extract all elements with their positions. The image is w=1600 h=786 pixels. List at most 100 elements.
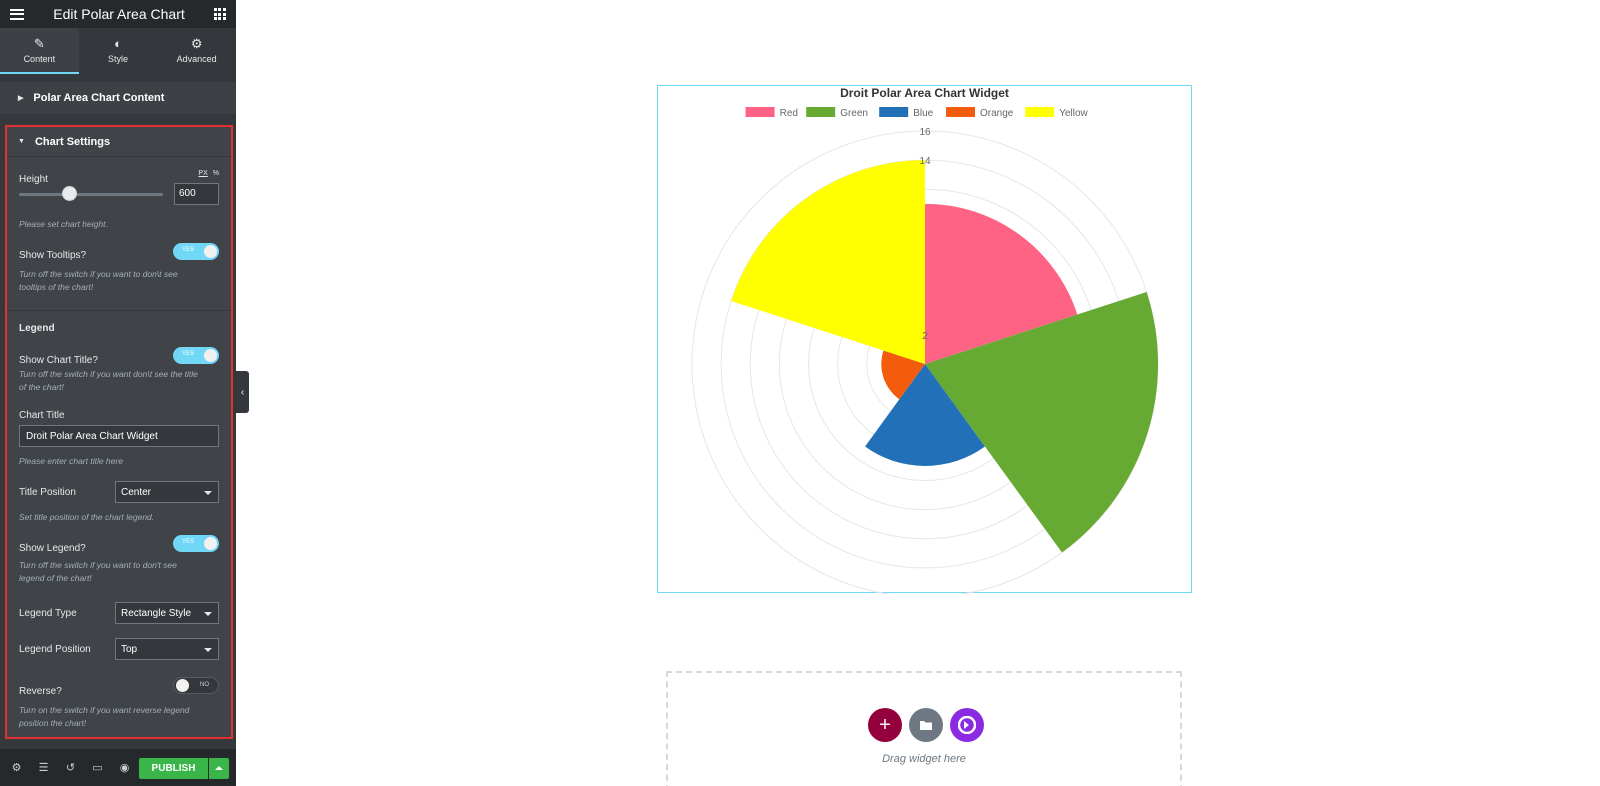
show-title-hint: Turn off the switch if you want don\t se…: [19, 368, 219, 394]
legend-type-select[interactable]: Rectangle Style: [115, 602, 219, 624]
toggle-knob: [176, 679, 189, 692]
tooltips-hint: Turn off the switch if you want to don\t…: [19, 268, 219, 294]
section-settings-header[interactable]: ▼ Chart Settings: [7, 127, 231, 157]
hint-line: of the chart!: [19, 382, 64, 392]
show-title-control: Show Chart Title? YES: [19, 347, 219, 368]
gear-icon: ⚙: [190, 35, 203, 51]
legend-heading: Legend: [19, 323, 55, 334]
legend-swatch: [879, 107, 909, 117]
panel-footer: ⚙ ☰ ↺ ▭ ◉ PUBLISH: [0, 749, 236, 786]
chart-title-input[interactable]: Droit Polar Area Chart Widget: [19, 425, 219, 447]
chart-title-control: Droit Polar Area Chart Widget: [19, 425, 219, 447]
eye-icon[interactable]: ◉: [116, 759, 133, 776]
legend-label: Blue: [913, 108, 933, 119]
height-slider-handle[interactable]: [62, 186, 78, 201]
caret-down-icon: [204, 612, 212, 616]
legend-type-label: Legend Type: [19, 608, 77, 619]
height-control: Height PX% 600: [19, 169, 219, 209]
responsive-icon[interactable]: ▭: [89, 759, 106, 776]
legend-position-select[interactable]: Top: [115, 638, 219, 660]
collapse-panel-button[interactable]: ‹: [236, 371, 249, 413]
unit-percent[interactable]: %: [213, 170, 219, 177]
layers-icon[interactable]: ☰: [35, 759, 52, 776]
legend-position-label: Legend Position: [19, 644, 91, 655]
show-legend-label: Show Legend?: [19, 543, 86, 554]
hint-line: tooltips of the chart!: [19, 282, 94, 292]
toggle-state-text: YES: [182, 351, 195, 357]
show-legend-toggle[interactable]: YES: [173, 535, 219, 552]
radial-tick-label: 16: [919, 127, 931, 138]
panel-header: Edit Polar Area Chart: [0, 0, 236, 28]
title-position-label: Title Position: [19, 487, 76, 498]
chart-title-label: Chart Title: [19, 410, 65, 421]
gear-icon[interactable]: ⚙: [8, 759, 25, 776]
add-template-button[interactable]: [909, 708, 943, 742]
show-title-toggle[interactable]: YES: [173, 347, 219, 364]
reverse-toggle[interactable]: NO: [173, 677, 219, 694]
droit-library-button[interactable]: [950, 708, 984, 742]
droit-logo-icon: [958, 716, 976, 734]
tab-content[interactable]: ✎ Content: [0, 28, 79, 74]
tab-style-label: Style: [108, 53, 129, 64]
height-label: Height: [19, 174, 48, 185]
caret-down-icon: [204, 648, 212, 652]
polar-chart-widget[interactable]: Droit Polar Area Chart Widget Red Green Bl…: [657, 85, 1192, 594]
toggle-state-text: YES: [182, 247, 195, 253]
caret-down-icon: [204, 491, 212, 495]
sector-yellow[interactable]: [731, 160, 925, 364]
radial-tick-label: 14: [919, 156, 931, 167]
widget-drop-zone[interactable]: + Drag widget here: [666, 671, 1182, 786]
legend-label: Yellow: [1059, 108, 1088, 119]
title-position-hint: Set title position of the chart legend.: [19, 512, 155, 522]
title-position-select[interactable]: Center: [115, 481, 219, 503]
hint-line: position the chart!: [19, 718, 87, 728]
toggle-state-text: YES: [182, 539, 195, 545]
panel-tabs: ✎ Content ◐ Style ⚙ Advanced: [0, 28, 236, 74]
tooltips-toggle[interactable]: YES: [173, 243, 219, 260]
tooltips-label: Show Tooltips?: [19, 250, 87, 261]
section-settings-title: Chart Settings: [34, 135, 111, 148]
hint-line: Turn off the switch if you want to don\t…: [19, 269, 178, 279]
toggle-knob: [204, 537, 217, 550]
height-input[interactable]: 600: [174, 183, 219, 205]
panel-title: Edit Polar Area Chart: [53, 6, 185, 22]
chevron-left-icon: ‹: [240, 386, 245, 398]
show-title-label: Show Chart Title?: [19, 355, 98, 366]
add-section-button[interactable]: +: [868, 708, 902, 742]
select-value: Top: [121, 644, 138, 655]
legend-swatch: [745, 107, 775, 117]
editor-app: Edit Polar Area Chart ✎ Content ◐ Style …: [0, 0, 1600, 786]
height-hint: Please set chart height.: [19, 219, 108, 229]
menu-icon[interactable]: [10, 8, 24, 20]
legend-type-control: Legend Type Rectangle Style: [19, 602, 219, 624]
add-icon: +: [879, 713, 891, 736]
legend-swatch: [946, 107, 975, 117]
editor-panel: Edit Polar Area Chart ✎ Content ◐ Style …: [0, 0, 236, 786]
tab-advanced[interactable]: ⚙ Advanced: [157, 28, 236, 74]
chart-title-hint: Please enter chart title here: [19, 456, 123, 466]
polar-area-chart: Red Green Blue Orange Yellow 2 14 16: [691, 107, 1159, 594]
hint-line: Turn off the switch if you want don\t se…: [19, 369, 198, 379]
drop-zone-text: Drag widget here: [882, 753, 966, 765]
toggle-state-text: NO: [200, 682, 209, 688]
chart-settings-section: ▼ Chart Settings Height PX% 600 Please s…: [5, 125, 233, 739]
publish-button[interactable]: PUBLISH: [139, 758, 208, 779]
toggle-knob: [204, 245, 217, 258]
height-slider-track[interactable]: [19, 193, 163, 196]
half-circle-icon: ◐: [114, 35, 122, 51]
tab-style[interactable]: ◐ Style: [79, 28, 158, 74]
tab-content-label: Content: [23, 53, 56, 64]
tab-advanced-label: Advanced: [176, 53, 217, 64]
legend-label: Red: [780, 108, 798, 119]
caret-right-icon: ▶: [18, 95, 24, 102]
reverse-hint: Turn on the switch if you want reverse l…: [19, 704, 219, 730]
unit-px[interactable]: PX: [198, 170, 207, 177]
legend-swatch: [1025, 107, 1055, 117]
show-legend-hint: Turn off the switch if you want to don't…: [19, 559, 219, 585]
toggle-knob: [204, 349, 217, 362]
section-content-header[interactable]: ▶ Polar Area Chart Content: [0, 82, 236, 114]
title-position-control: Title Position Center: [19, 481, 219, 503]
publish-options-button[interactable]: [209, 758, 229, 779]
history-icon[interactable]: ↺: [62, 759, 79, 776]
widgets-grid-icon[interactable]: [213, 8, 226, 20]
